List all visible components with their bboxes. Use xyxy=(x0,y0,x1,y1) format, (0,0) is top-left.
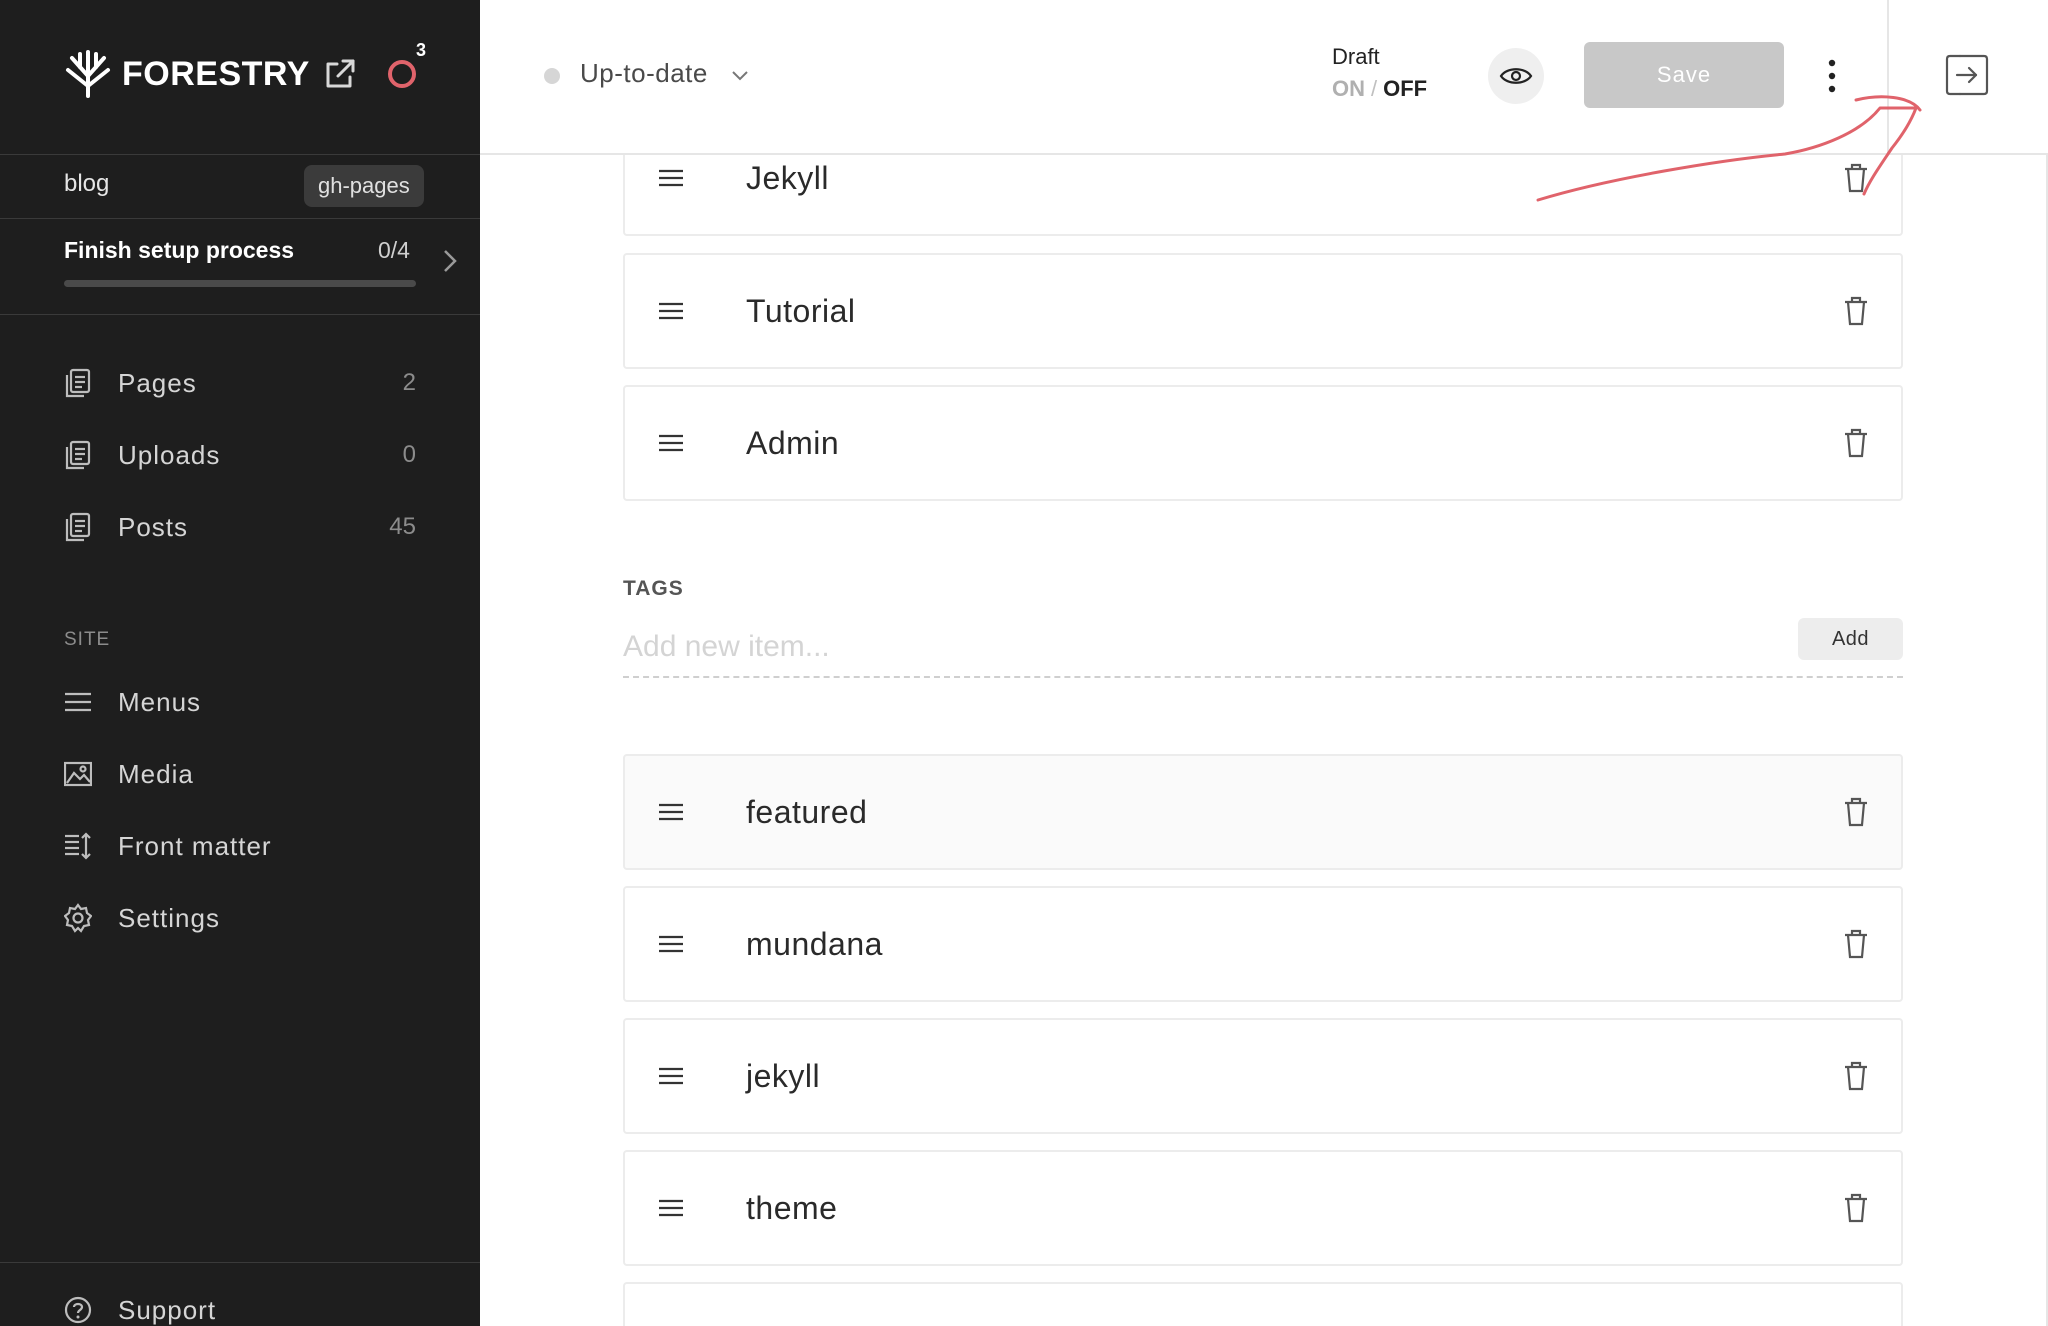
sidebar-item-settings[interactable]: Settings xyxy=(64,898,416,938)
sidebar-item-front-matter[interactable]: Front matter xyxy=(64,826,416,866)
annotation-arrow xyxy=(1536,95,1922,202)
menu-icon xyxy=(65,692,91,712)
sidebar-item-count: 45 xyxy=(389,513,416,540)
sidebar-divider xyxy=(0,154,480,155)
list-item-label: mundana xyxy=(746,925,883,962)
list-item[interactable]: jekyll xyxy=(623,1018,1903,1134)
sidebar-item-count: 2 xyxy=(402,369,416,396)
sidebar-item-menus[interactable]: Menus xyxy=(64,682,416,722)
sidebar-item-label: Front matter xyxy=(118,830,272,861)
drag-handle-icon[interactable] xyxy=(657,802,685,822)
sidebar-item-label: Posts xyxy=(118,511,189,542)
sidebar-item-posts[interactable]: Posts 45 xyxy=(64,507,416,547)
image-icon xyxy=(64,761,92,787)
drag-handle-icon[interactable] xyxy=(657,1198,685,1218)
list-item-label: jekyll xyxy=(746,1057,821,1094)
sync-status-label[interactable]: Up-to-date xyxy=(580,58,708,89)
brand[interactable]: FORESTRY xyxy=(62,48,310,100)
site-name[interactable]: blog xyxy=(64,170,109,198)
sidebar-item-count: 0 xyxy=(402,441,416,468)
list-item[interactable]: Admin xyxy=(623,385,1903,501)
drag-handle-icon[interactable] xyxy=(657,168,685,188)
document-icon xyxy=(65,368,91,398)
section-label-site: SITE xyxy=(64,629,111,650)
branch-badge[interactable]: gh-pages xyxy=(304,165,424,207)
sidebar-item-support[interactable]: Support xyxy=(64,1290,416,1326)
external-link-icon[interactable] xyxy=(322,56,358,92)
trash-icon[interactable] xyxy=(1843,428,1869,458)
sidebar-item-media[interactable]: Media xyxy=(64,754,416,794)
sidebar-item-uploads[interactable]: Uploads 0 xyxy=(64,435,416,475)
chevron-right-icon[interactable] xyxy=(440,248,460,274)
list-item[interactable]: mundana xyxy=(623,886,1903,1002)
trash-icon[interactable] xyxy=(1843,1193,1869,1223)
setup-progress-bar xyxy=(64,280,416,287)
trash-icon[interactable] xyxy=(1843,797,1869,827)
help-icon xyxy=(64,1296,92,1324)
sidebar-item-label: Menus xyxy=(118,686,202,717)
sidebar-item-label: Media xyxy=(118,758,194,789)
draft-label: Draft xyxy=(1332,44,1380,69)
list-item[interactable]: featured xyxy=(623,754,1903,870)
sidebar-item-label: Pages xyxy=(118,367,197,398)
forestry-logo-icon xyxy=(66,50,110,98)
sidebar-item-label: Support xyxy=(118,1294,217,1325)
drag-handle-icon[interactable] xyxy=(657,1066,685,1086)
app-name: FORESTRY xyxy=(122,54,310,93)
list-item-label: Admin xyxy=(746,424,840,461)
exit-editor-icon[interactable] xyxy=(1944,52,1990,98)
notifications-button[interactable]: 3 xyxy=(384,40,426,92)
drag-handle-icon[interactable] xyxy=(657,934,685,954)
chevron-down-icon[interactable] xyxy=(730,68,750,84)
sidebar-item-label: Settings xyxy=(118,902,220,933)
sidebar-item-label: Uploads xyxy=(118,439,221,470)
draft-on-option[interactable]: ON xyxy=(1332,76,1365,101)
tags-heading: TAGS xyxy=(623,577,684,600)
list-item-label: theme xyxy=(746,1189,838,1226)
list-item[interactable] xyxy=(623,1282,1903,1326)
notification-count: 3 xyxy=(416,40,427,60)
sidebar-divider xyxy=(0,314,480,315)
sidebar: FORESTRY 3 blog gh-pages Finish setup pr… xyxy=(0,0,480,1326)
front-matter-icon xyxy=(65,832,91,860)
gear-icon xyxy=(64,903,92,933)
list-item-label: Jekyll xyxy=(746,159,830,196)
trash-icon[interactable] xyxy=(1843,296,1869,326)
document-icon xyxy=(65,440,91,470)
draft-toggle[interactable]: ON / OFF xyxy=(1332,76,1427,102)
sidebar-divider xyxy=(0,1262,480,1263)
tag-input[interactable] xyxy=(623,618,1903,678)
list-item-label: Tutorial xyxy=(746,292,856,329)
trash-icon[interactable] xyxy=(1843,929,1869,959)
draft-off-option[interactable]: OFF xyxy=(1383,76,1427,101)
trash-icon[interactable] xyxy=(1843,1061,1869,1091)
setup-title: Finish setup process xyxy=(64,237,295,263)
add-tag-button[interactable]: Add xyxy=(1798,618,1903,660)
eye-icon xyxy=(1499,68,1533,84)
list-item[interactable]: Tutorial xyxy=(623,253,1903,369)
notification-ring-icon xyxy=(388,60,416,88)
drag-handle-icon[interactable] xyxy=(657,301,685,321)
document-icon xyxy=(65,512,91,542)
sidebar-item-pages[interactable]: Pages 2 xyxy=(64,363,416,403)
setup-count: 0/4 xyxy=(378,237,410,263)
status-dot-icon xyxy=(544,68,560,84)
list-item[interactable]: theme xyxy=(623,1150,1903,1266)
draft-separator: / xyxy=(1371,76,1378,101)
sidebar-divider xyxy=(0,218,480,219)
drag-handle-icon[interactable] xyxy=(657,433,685,453)
list-item-label: featured xyxy=(746,793,868,830)
